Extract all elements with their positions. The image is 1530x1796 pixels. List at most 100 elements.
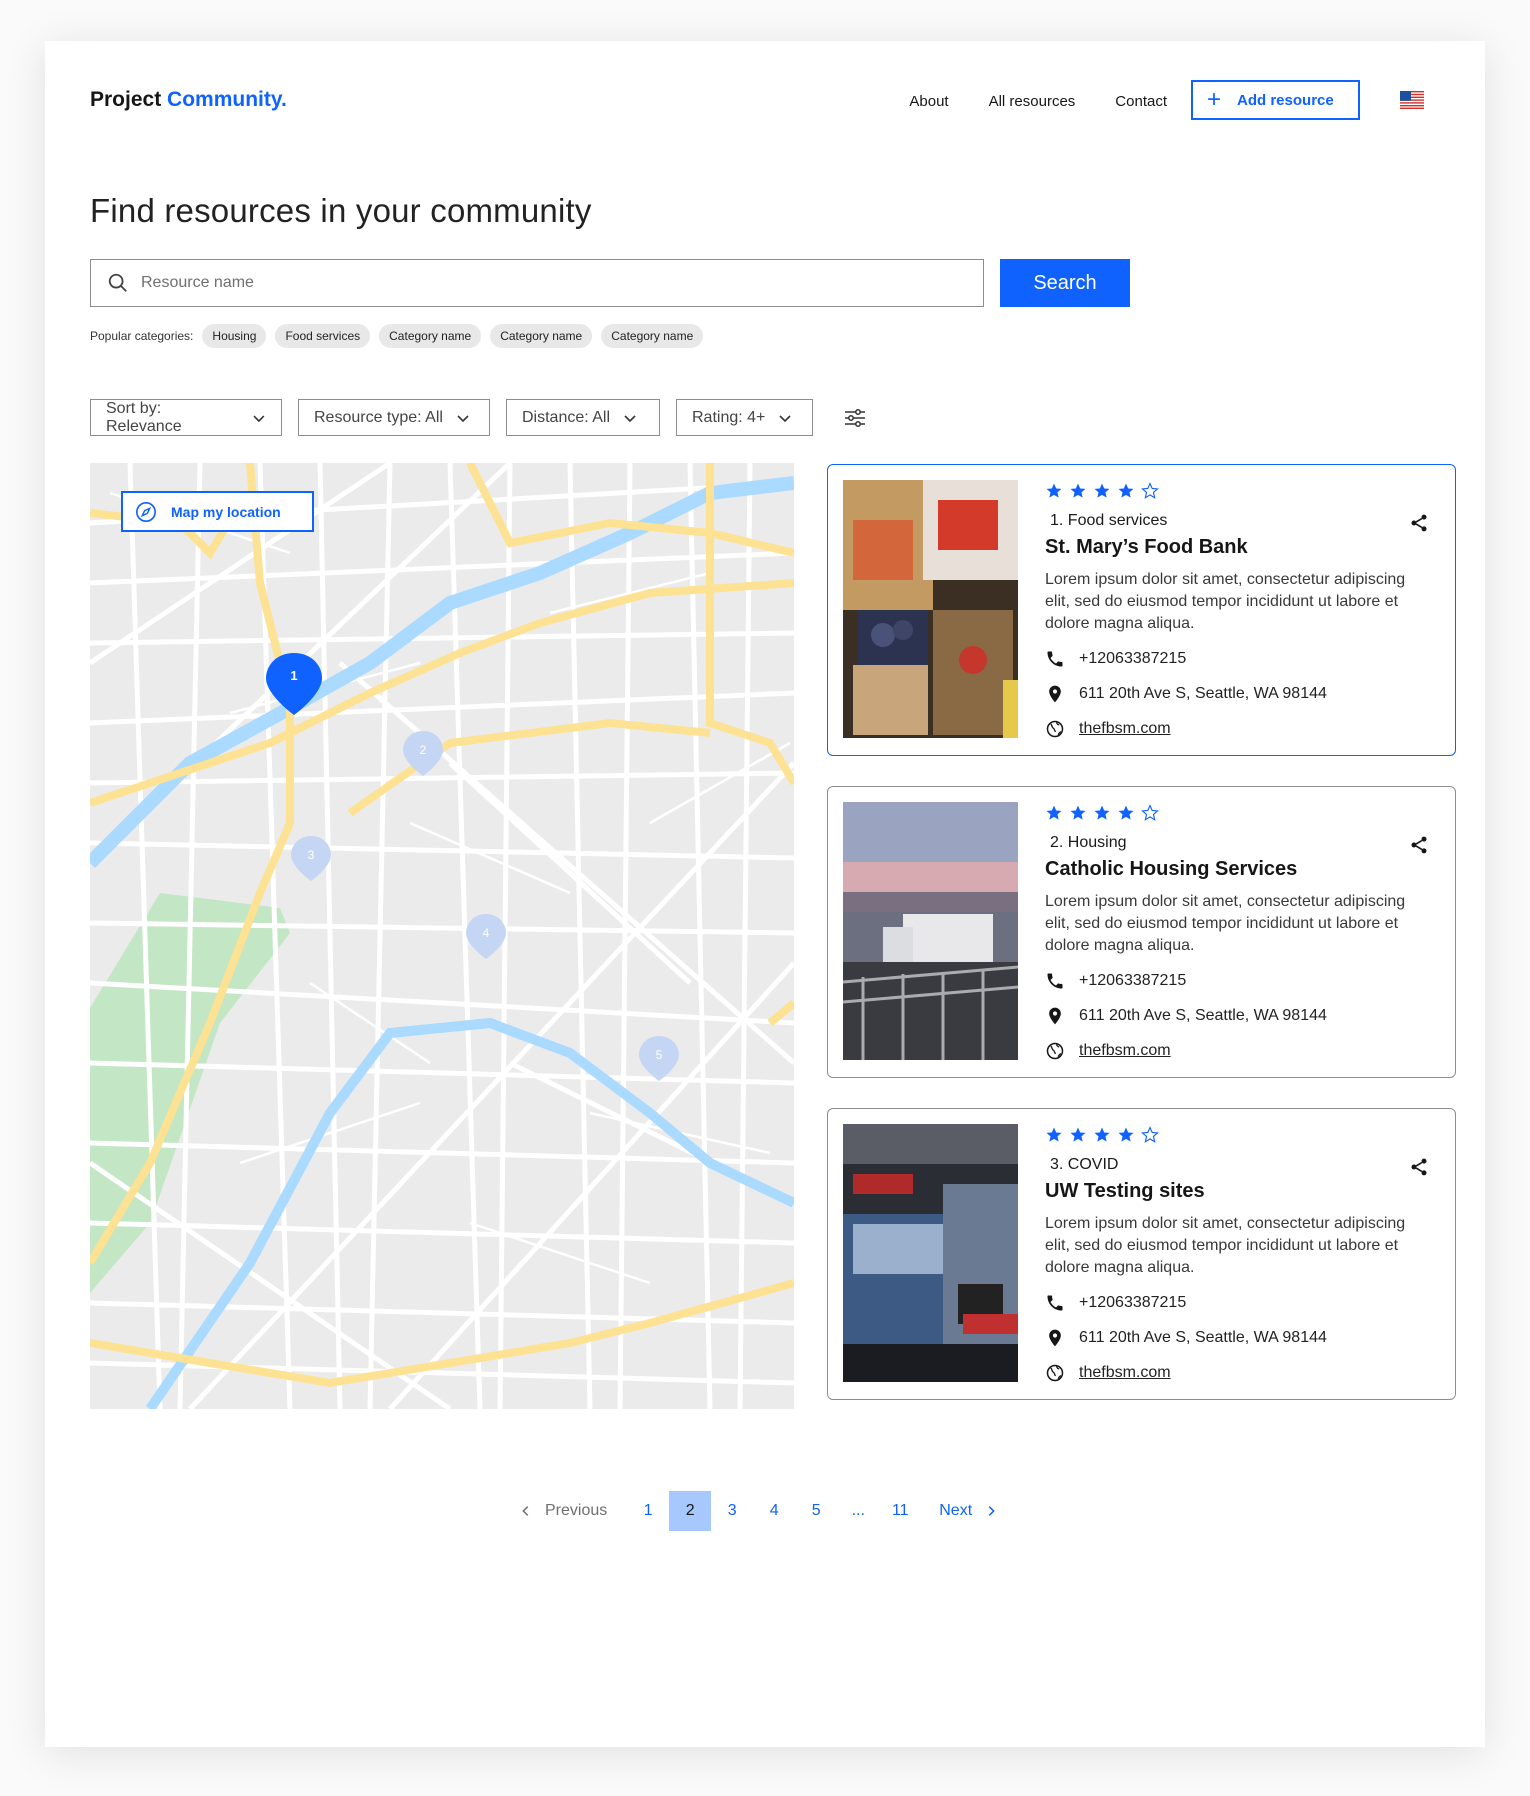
- resource-description: Lorem ipsum dolor sit amet, consectetur …: [1045, 893, 1406, 954]
- share-icon[interactable]: [1409, 835, 1429, 855]
- resource-website-row: thefbsm.com: [1045, 1039, 1435, 1062]
- share-icon[interactable]: [1409, 513, 1429, 533]
- map-pin-4-label: 4: [483, 926, 490, 940]
- resource-phone-row: +12063387215: [1045, 969, 1435, 992]
- star-filled-icon: [1094, 1127, 1110, 1142]
- resource-info: 3. COVID UW Testing sites Lorem ipsum do…: [1045, 1126, 1435, 1384]
- rating-dropdown[interactable]: Rating: 4+: [676, 399, 813, 436]
- map-my-location-button[interactable]: Map my location: [121, 491, 314, 532]
- resource-website-row: thefbsm.com: [1045, 717, 1435, 740]
- map-pin-2-label: 2: [420, 743, 427, 757]
- map-canvas[interactable]: 1 2 3 4 5: [90, 463, 794, 1409]
- star-filled-icon: [1118, 1127, 1134, 1142]
- page-title: Find resources in your community: [90, 192, 592, 229]
- us-flag-icon[interactable]: [1400, 91, 1424, 109]
- pagination-page[interactable]: 11: [879, 1491, 921, 1531]
- top-nav: About All resources Contact: [909, 93, 1167, 110]
- star-filled-icon: [1070, 483, 1086, 498]
- filter-settings-icon[interactable]: [843, 406, 867, 430]
- resource-photo-groceries: [843, 480, 1018, 738]
- search-button[interactable]: Search: [1000, 259, 1130, 307]
- logo-main: Project: [90, 88, 162, 111]
- chevron-down-icon: [253, 414, 265, 422]
- resource-name: Catholic Housing Services: [1045, 858, 1298, 880]
- phone-icon: [1047, 651, 1063, 666]
- logo[interactable]: Project Community.: [90, 88, 287, 112]
- chevron-down-icon: [624, 414, 636, 422]
- resource-address-row: 611 20th Ave S, Seattle, WA 98144: [1045, 1004, 1435, 1027]
- resource-photo-cars: [843, 1124, 1018, 1382]
- map-pin-5-label: 5: [656, 1048, 663, 1062]
- chevron-down-icon: [457, 414, 469, 422]
- sort-dropdown[interactable]: Sort by: Relevance: [90, 399, 282, 436]
- phone-icon: [1047, 1295, 1063, 1310]
- pagination-page-current[interactable]: 2: [669, 1491, 712, 1531]
- pagination-page[interactable]: 3: [711, 1491, 753, 1531]
- page: Project Community. About All resources C…: [45, 41, 1485, 1747]
- location-pin-icon: [1049, 1329, 1061, 1346]
- resource-website-link[interactable]: thefbsm.com: [1079, 1042, 1171, 1060]
- add-resource-button[interactable]: + Add resource: [1191, 80, 1360, 120]
- pagination-page[interactable]: 5: [795, 1491, 837, 1531]
- star-empty-icon: [1141, 482, 1159, 499]
- compass-icon: [136, 501, 156, 522]
- chevron-down-icon: [779, 414, 791, 422]
- star-rating: [1045, 1126, 1435, 1144]
- star-filled-icon: [1046, 483, 1062, 498]
- resource-name: St. Mary’s Food Bank: [1045, 536, 1248, 558]
- map[interactable]: 1 2 3 4 5 Map my location: [90, 463, 794, 1409]
- category-chip[interactable]: Category name: [379, 324, 482, 348]
- nav-all-resources[interactable]: All resources: [989, 93, 1076, 110]
- star-filled-icon: [1070, 1127, 1086, 1142]
- phone-icon: [1047, 973, 1063, 988]
- pagination-page[interactable]: 4: [753, 1491, 795, 1531]
- resource-card[interactable]: 2. Housing Catholic Housing Services Lor…: [827, 786, 1456, 1078]
- category-chip[interactable]: Category name: [490, 324, 593, 348]
- location-pin-icon: [1049, 1007, 1061, 1024]
- add-resource-label: Add resource: [1237, 91, 1334, 109]
- star-filled-icon: [1046, 805, 1062, 820]
- distance-dropdown[interactable]: Distance: All: [506, 399, 660, 436]
- resource-description: Lorem ipsum dolor sit amet, consectetur …: [1045, 571, 1406, 632]
- nav-about[interactable]: About: [909, 93, 948, 110]
- resource-photo-housing: [843, 802, 1018, 1060]
- globe-icon: [1046, 1042, 1064, 1059]
- pagination: Previous 1 2 3 4 5 ... 11 Next: [519, 1491, 998, 1531]
- resource-website-link[interactable]: thefbsm.com: [1079, 720, 1171, 738]
- logo-accent: Community.: [167, 88, 287, 111]
- resource-website-link[interactable]: thefbsm.com: [1079, 1364, 1171, 1382]
- resource-category: 2. Housing: [1050, 834, 1127, 851]
- search-icon: [108, 273, 127, 292]
- resource-address: 611 20th Ave S, Seattle, WA 98144: [1079, 1006, 1327, 1024]
- pagination-page[interactable]: 1: [627, 1491, 669, 1531]
- globe-icon: [1046, 720, 1064, 737]
- category-chip[interactable]: Category name: [601, 324, 704, 348]
- star-rating: [1045, 804, 1435, 822]
- pagination-next[interactable]: Next: [921, 1491, 998, 1531]
- category-chip-food-services[interactable]: Food services: [275, 324, 371, 348]
- popular-categories: Popular categories: Housing Food service…: [90, 324, 704, 348]
- pagination-next-label: Next: [939, 1502, 973, 1519]
- map-pin-1-label: 1: [290, 668, 297, 683]
- category-chip-housing[interactable]: Housing: [202, 324, 267, 348]
- search-field[interactable]: [90, 259, 984, 307]
- resource-type-dropdown[interactable]: Resource type: All: [298, 399, 490, 436]
- chevron-left-icon: [522, 1506, 529, 1516]
- plus-icon: +: [1207, 86, 1222, 113]
- star-filled-icon: [1070, 805, 1086, 820]
- resource-card[interactable]: 1. Food services St. Mary’s Food Bank Lo…: [827, 464, 1456, 756]
- map-my-location-label: Map my location: [171, 503, 281, 520]
- share-icon[interactable]: [1409, 1157, 1429, 1177]
- star-empty-icon: [1141, 804, 1159, 821]
- resource-address: 611 20th Ave S, Seattle, WA 98144: [1079, 1328, 1327, 1346]
- resource-phone: +12063387215: [1079, 1293, 1187, 1311]
- search-input[interactable]: [141, 274, 983, 292]
- chevron-right-icon: [988, 1506, 995, 1516]
- pagination-previous[interactable]: Previous: [519, 1491, 627, 1531]
- star-filled-icon: [1118, 483, 1134, 498]
- resource-card[interactable]: 3. COVID UW Testing sites Lorem ipsum do…: [827, 1108, 1456, 1400]
- resource-category: 1. Food services: [1050, 512, 1168, 529]
- nav-contact[interactable]: Contact: [1115, 93, 1167, 110]
- resource-info: 1. Food services St. Mary’s Food Bank Lo…: [1045, 482, 1435, 740]
- filter-bar: Sort by: Relevance Resource type: All Di…: [90, 399, 867, 436]
